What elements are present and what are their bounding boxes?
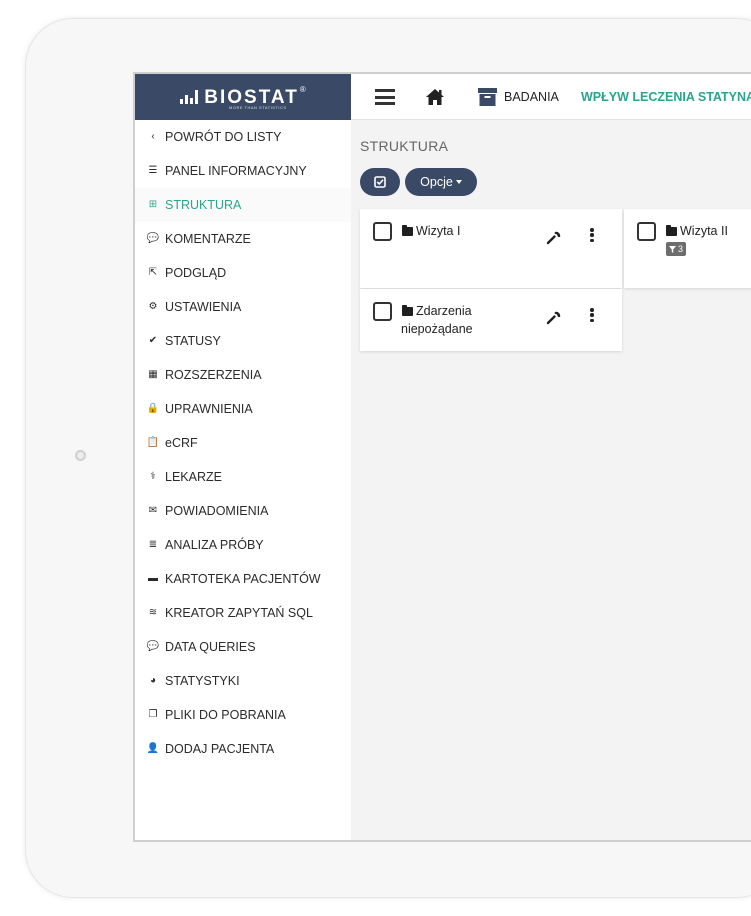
sidebar-item-statystyki[interactable]: ◕ STATYSTYKI bbox=[135, 664, 351, 698]
card-checkbox[interactable] bbox=[373, 302, 392, 321]
sidebar-item-statusy[interactable]: ✔ STATUSY bbox=[135, 324, 351, 358]
comments-icon: 💬 bbox=[146, 233, 160, 244]
user-icon: 👤 bbox=[146, 743, 160, 754]
folder-icon bbox=[402, 225, 413, 236]
sidebar: ‹ POWRÓT DO LISTY ☰ PANEL INFORMACYJNY ⊞… bbox=[135, 120, 351, 840]
clipboard-icon: 📋 bbox=[146, 437, 160, 448]
filter-count: 3 bbox=[678, 244, 684, 254]
card-checkbox[interactable] bbox=[637, 222, 656, 241]
sidebar-item-struktura[interactable]: ⊞ STRUKTURA bbox=[135, 188, 351, 222]
check-icon: ✔ bbox=[148, 335, 158, 346]
gears-icon: ⚙ bbox=[148, 301, 158, 312]
structure-card-wizyta-ii[interactable]: Wizyta II 3 bbox=[624, 209, 751, 288]
sidebar-item-dodaj-pacjenta[interactable]: 👤 DODAJ PACJENTA bbox=[135, 732, 351, 766]
list-icon: ☰ bbox=[148, 165, 158, 176]
kebab-menu-icon[interactable] bbox=[588, 307, 596, 323]
wrench-icon[interactable] bbox=[546, 229, 562, 245]
sidebar-item-komentarze[interactable]: 💬 KOMENTARZE bbox=[135, 222, 351, 256]
sidebar-item-label: UPRAWNIENIA bbox=[165, 402, 253, 416]
sidebar-item-label: POWRÓT DO LISTY bbox=[165, 130, 282, 144]
chevron-left-icon: ‹ bbox=[151, 131, 155, 142]
sidebar-item-ustawienia[interactable]: ⚙ USTAWIENIA bbox=[135, 290, 351, 324]
sidebar-item-label: eCRF bbox=[165, 436, 198, 450]
sidebar-item-powrot-do-listy[interactable]: ‹ POWRÓT DO LISTY bbox=[135, 120, 351, 154]
archive-box-icon[interactable] bbox=[478, 88, 497, 106]
card-title: Wizyta II bbox=[680, 224, 728, 238]
page-title: STRUKTURA bbox=[360, 138, 449, 154]
card-checkbox[interactable] bbox=[373, 222, 392, 241]
sidebar-item-label: PODGLĄD bbox=[165, 266, 227, 280]
filter-count-badge: 3 bbox=[666, 242, 687, 256]
structure-card-wizyta-i[interactable]: Wizyta I bbox=[360, 209, 622, 288]
sidebar-item-label: PLIKI DO POBRANIA bbox=[165, 708, 286, 722]
sidebar-item-label: KOMENTARZE bbox=[165, 232, 251, 246]
sidebar-item-label: STATYSTYKI bbox=[165, 674, 240, 688]
logo-text: BIOSTAT bbox=[204, 86, 299, 108]
logo-registered-mark: ® bbox=[299, 84, 306, 94]
sidebar-item-analiza-proby[interactable]: ≣ ANALIZA PRÓBY bbox=[135, 528, 351, 562]
kebab-menu-icon[interactable] bbox=[588, 227, 596, 243]
biostat-logo[interactable]: BIOSTAT ® MORE THAN STATISTICS bbox=[135, 74, 351, 120]
folder-icon bbox=[666, 225, 677, 236]
grid-icon: ▦ bbox=[148, 369, 158, 380]
select-all-button[interactable] bbox=[360, 168, 400, 196]
top-navbar: BIOSTAT ® MORE THAN STATISTICS BADANIA W… bbox=[135, 74, 751, 120]
tablet-home-button[interactable] bbox=[75, 450, 86, 461]
sidebar-item-rozszerzenia[interactable]: ▦ ROZSZERZENIA bbox=[135, 358, 351, 392]
home-icon[interactable] bbox=[425, 88, 445, 106]
sidebar-item-label: KARTOTEKA PACJENTÓW bbox=[165, 572, 321, 586]
sidebar-item-label: LEKARZE bbox=[165, 470, 222, 484]
plus-square-icon: ⊞ bbox=[148, 199, 158, 210]
lock-icon: 🔒 bbox=[146, 403, 160, 414]
sidebar-item-label: KREATOR ZAPYTAŃ SQL bbox=[165, 606, 313, 620]
logo-bars-icon bbox=[180, 90, 199, 104]
sidebar-item-label: ROZSZERZENIA bbox=[165, 368, 262, 382]
pie-chart-icon: ◕ bbox=[149, 675, 157, 686]
folder-icon bbox=[402, 305, 413, 316]
sidebar-item-label: PANEL INFORMACYJNY bbox=[165, 164, 307, 178]
card-title-line2: niepożądane bbox=[401, 322, 473, 336]
sidebar-item-label: STATUSY bbox=[165, 334, 221, 348]
folder-icon: ▬ bbox=[148, 573, 158, 584]
sidebar-item-lekarze[interactable]: ⚕ LEKARZE bbox=[135, 460, 351, 494]
sidebar-item-uprawnienia[interactable]: 🔒 UPRAWNIENIA bbox=[135, 392, 351, 426]
opcje-label: Opcje bbox=[420, 175, 453, 189]
main-content: STRUKTURA Opcje Wizyta I Zdarzenia niepo… bbox=[351, 120, 751, 840]
wrench-icon[interactable] bbox=[546, 309, 562, 325]
sidebar-item-kreator-zapytan-sql[interactable]: ≋ KREATOR ZAPYTAŃ SQL bbox=[135, 596, 351, 630]
card-title: Wizyta I bbox=[416, 224, 461, 238]
sidebar-item-label: USTAWIENIA bbox=[165, 300, 242, 314]
envelope-icon: ✉ bbox=[148, 505, 158, 516]
hamburger-menu-icon[interactable] bbox=[375, 89, 395, 105]
check-square-icon bbox=[374, 176, 386, 188]
doctor-icon: ⚕ bbox=[150, 471, 156, 482]
comments-icon: 💬 bbox=[146, 641, 160, 652]
badania-link[interactable]: BADANIA bbox=[504, 90, 559, 104]
sidebar-item-powiadomienia[interactable]: ✉ POWIADOMIENIA bbox=[135, 494, 351, 528]
app-screen: BIOSTAT ® MORE THAN STATISTICS BADANIA W… bbox=[133, 72, 751, 842]
sidebar-item-pliki-do-pobrania[interactable]: ❐ PLIKI DO POBRANIA bbox=[135, 698, 351, 732]
sidebar-item-label: STRUKTURA bbox=[165, 198, 242, 212]
files-icon: ❐ bbox=[148, 709, 158, 720]
filter-icon bbox=[669, 245, 676, 253]
sidebar-item-ecrf[interactable]: 📋 eCRF bbox=[135, 426, 351, 460]
sidebar-item-kartoteka-pacjentow[interactable]: ▬ KARTOTEKA PACJENTÓW bbox=[135, 562, 351, 596]
sidebar-item-data-queries[interactable]: 💬 DATA QUERIES bbox=[135, 630, 351, 664]
logo-tagline: MORE THAN STATISTICS bbox=[229, 105, 287, 110]
card-title: Zdarzenia bbox=[416, 304, 472, 318]
sidebar-item-label: DODAJ PACJENTA bbox=[165, 742, 275, 756]
study-title-link[interactable]: WPŁYW LECZENIA STATYNĄ N bbox=[581, 90, 751, 104]
tasks-icon: ≣ bbox=[148, 539, 158, 550]
sidebar-item-label: ANALIZA PRÓBY bbox=[165, 538, 264, 552]
sidebar-item-label: POWIADOMIENIA bbox=[165, 504, 269, 518]
structure-card-zdarzenia-niepozadane[interactable]: Zdarzenia niepożądane bbox=[360, 289, 622, 351]
external-link-icon: ⇱ bbox=[148, 267, 158, 278]
opcje-dropdown-button[interactable]: Opcje bbox=[405, 168, 477, 196]
database-icon: ≋ bbox=[148, 607, 158, 618]
sidebar-item-label: DATA QUERIES bbox=[165, 640, 256, 654]
caret-down-icon bbox=[455, 180, 462, 184]
sidebar-item-panel-informacyjny[interactable]: ☰ PANEL INFORMACYJNY bbox=[135, 154, 351, 188]
sidebar-item-podglad[interactable]: ⇱ PODGLĄD bbox=[135, 256, 351, 290]
